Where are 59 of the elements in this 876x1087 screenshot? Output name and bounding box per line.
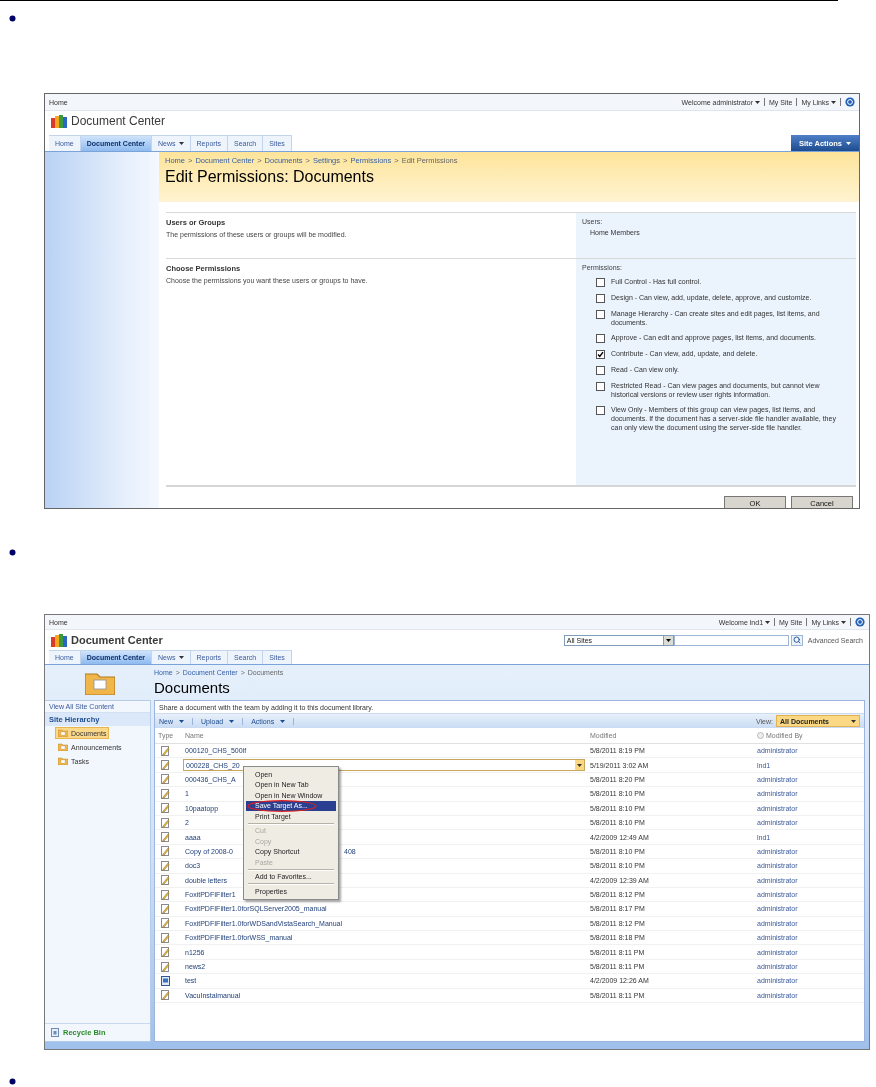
document-icon: [161, 788, 170, 799]
caret-icon: [851, 719, 856, 723]
page-title: Edit Permissions: Documents: [165, 168, 375, 186]
filter-icon: [757, 732, 764, 739]
logo-icon: [51, 114, 67, 128]
document-icon: [161, 774, 170, 785]
document-icon: [161, 846, 170, 857]
caret-icon: [831, 100, 836, 104]
item-menu-button[interactable]: [575, 760, 584, 771]
caret-icon: [280, 719, 286, 723]
document-icon: [161, 889, 170, 900]
caret-icon: [841, 620, 846, 624]
document-icon: [161, 947, 170, 958]
caret-icon: [229, 719, 235, 723]
document-icon: [161, 760, 170, 771]
caret-icon: [665, 638, 671, 642]
caret-icon: [179, 719, 184, 723]
document-icon: [161, 832, 170, 843]
document-icon: [161, 745, 170, 756]
document-icon: [161, 860, 170, 871]
caret-icon: [577, 763, 582, 767]
bullet-icon: [9, 549, 16, 556]
checkbox[interactable]: [596, 382, 605, 391]
caret-icon: [846, 141, 851, 145]
document-icon: [161, 961, 170, 972]
search-icon: [792, 636, 801, 644]
document-icon: [161, 803, 170, 814]
document-icon: [161, 990, 170, 1001]
recycle-bin-icon: [51, 1028, 59, 1037]
document-icon: [161, 817, 170, 828]
checkbox[interactable]: [596, 350, 605, 359]
folder-icon: [58, 729, 68, 737]
document-icon: [161, 918, 170, 929]
folder-icon: [84, 670, 115, 695]
search-field[interactable]: [673, 634, 789, 646]
checkbox[interactable]: [596, 406, 605, 415]
caret-icon: [765, 620, 771, 624]
site-title: Document Center: [71, 114, 166, 128]
highlight-ellipse: [247, 799, 317, 812]
bullet-icon: [9, 15, 16, 22]
caret-icon: [755, 100, 761, 104]
bullet-icon: [9, 1078, 16, 1085]
document-icon: [161, 904, 170, 914]
help-icon[interactable]: [845, 97, 855, 107]
checkbox[interactable]: [596, 310, 605, 319]
help-icon[interactable]: [855, 617, 865, 627]
page-title: Documents: [154, 679, 231, 696]
web-page-icon: [161, 975, 170, 986]
checkbox[interactable]: [596, 294, 605, 303]
folder-icon: [58, 757, 68, 765]
document-icon: [161, 875, 170, 886]
search-button[interactable]: [790, 634, 803, 646]
document-icon: [161, 932, 170, 943]
folder-icon: [58, 743, 68, 751]
checkbox[interactable]: [596, 278, 605, 287]
site-title: Document Center: [71, 634, 163, 646]
checkbox[interactable]: [596, 366, 605, 375]
logo-icon: [51, 633, 67, 647]
checkbox[interactable]: [596, 334, 605, 343]
